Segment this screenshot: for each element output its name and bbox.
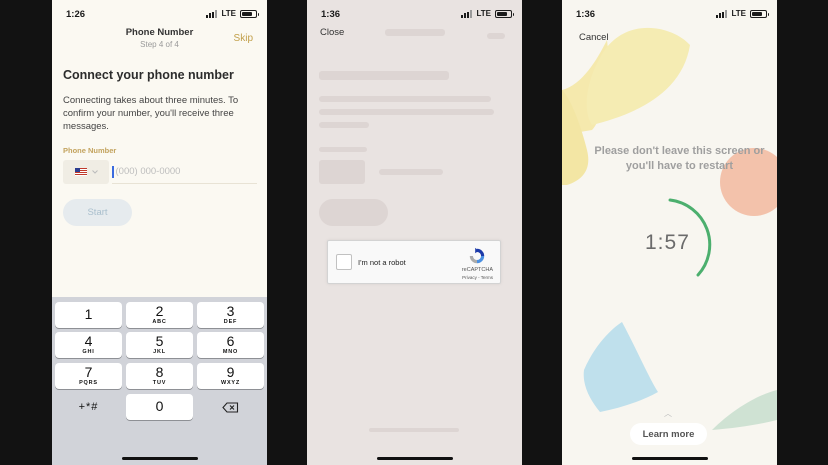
phone-number-screen: 1:26 LTE Phone Number Step 4 of 4 Skip C… [52, 0, 267, 465]
faded-label [319, 147, 367, 152]
network-type: LTE [731, 9, 746, 18]
numeric-keypad: 1 2 ABC 3 DEF 4 GHI 5 JKL 6 MNO 7 PQRS 8 TUV 9W… [52, 297, 267, 465]
phone-number-input[interactable]: (000) 000-0000 [112, 160, 257, 184]
faded-country [319, 160, 365, 184]
waiting-screen: 1:36 LTE Cancel Please don't leave this … [562, 0, 777, 465]
faded-text-line [319, 109, 494, 115]
key-4[interactable]: 4 GHI [55, 332, 122, 358]
faded-text-line [319, 96, 491, 102]
key-1[interactable]: 1 [55, 302, 122, 328]
faded-start [319, 199, 388, 226]
key-0[interactable]: 0 [126, 394, 193, 420]
recaptcha-logo-icon [469, 247, 485, 264]
screenshot-stage: 1:26 LTE Phone Number Step 4 of 4 Skip C… [0, 0, 828, 465]
us-flag-icon [74, 168, 87, 176]
key-3[interactable]: 3 DEF [197, 302, 264, 328]
network-type: LTE [476, 9, 491, 18]
faded-nav-title [385, 29, 445, 36]
key-9[interactable]: 9 WXYZ [197, 363, 264, 389]
key-5[interactable]: 5 JKL [126, 332, 193, 358]
key-2[interactable]: 2 ABC [126, 302, 193, 328]
network-type: LTE [221, 9, 236, 18]
signal-icon [461, 9, 473, 18]
key-7[interactable]: 7 PQRS [55, 363, 122, 389]
key-symbols[interactable]: +*# [55, 394, 122, 420]
delete-icon [222, 401, 239, 413]
recaptcha-widget: I'm not a robot reCAPTCHA Privacy - Term… [327, 240, 501, 284]
faded-input [379, 169, 443, 175]
faded-heading [319, 71, 449, 80]
status-bar: 1:36 LTE [562, 0, 777, 26]
status-time: 1:26 [66, 9, 86, 20]
learn-more-button[interactable]: Learn more [630, 423, 707, 445]
phone-number-label: Phone Number [63, 146, 117, 155]
page-description: Connecting takes about three minutes. To… [63, 95, 239, 132]
green-shape [712, 390, 777, 430]
phone-number-placeholder: (000) 000-0000 [115, 166, 181, 177]
home-indicator [121, 457, 198, 460]
status-time: 1:36 [576, 9, 596, 20]
battery-icon [240, 9, 259, 18]
key-6[interactable]: 6 MNO [197, 332, 264, 358]
faded-skip [487, 33, 505, 39]
recaptcha-brand: reCAPTCHA [461, 267, 493, 273]
chevron-down-icon [91, 170, 98, 174]
status-bar: 1:26 LTE [52, 0, 267, 26]
key-8[interactable]: 8 TUV [126, 363, 193, 389]
close-button[interactable]: Close [320, 27, 344, 38]
battery-icon [495, 9, 514, 18]
home-indicator [376, 457, 453, 460]
recaptcha-checkbox[interactable] [336, 254, 352, 270]
signal-icon [716, 9, 728, 18]
captcha-screen: 1:36 LTE Close I'm not a robot reCAPTCHA… [307, 0, 522, 465]
faded-footer [369, 428, 459, 432]
status-time: 1:36 [321, 9, 341, 20]
home-indicator [631, 457, 708, 460]
country-code-select[interactable] [63, 160, 109, 184]
countdown-timer: 1:57 [645, 231, 690, 254]
battery-icon [750, 9, 769, 18]
chevron-up-icon: ︿ [664, 409, 672, 418]
cancel-button[interactable]: Cancel [579, 32, 609, 43]
status-bar: 1:36 LTE [307, 0, 522, 26]
skip-button[interactable]: Skip [234, 33, 253, 44]
recaptcha-links[interactable]: Privacy - Terms [462, 275, 493, 280]
delete-key[interactable] [197, 394, 264, 420]
signal-icon [206, 9, 218, 18]
faded-text-line [319, 122, 369, 128]
blue-shape [583, 322, 658, 412]
wait-message: Please don't leave this screen or you'll… [594, 145, 765, 172]
recaptcha-label: I'm not a robot [358, 258, 406, 267]
page-title: Connect your phone number [63, 68, 234, 82]
text-cursor [112, 165, 114, 178]
start-button[interactable]: Start [63, 199, 132, 226]
